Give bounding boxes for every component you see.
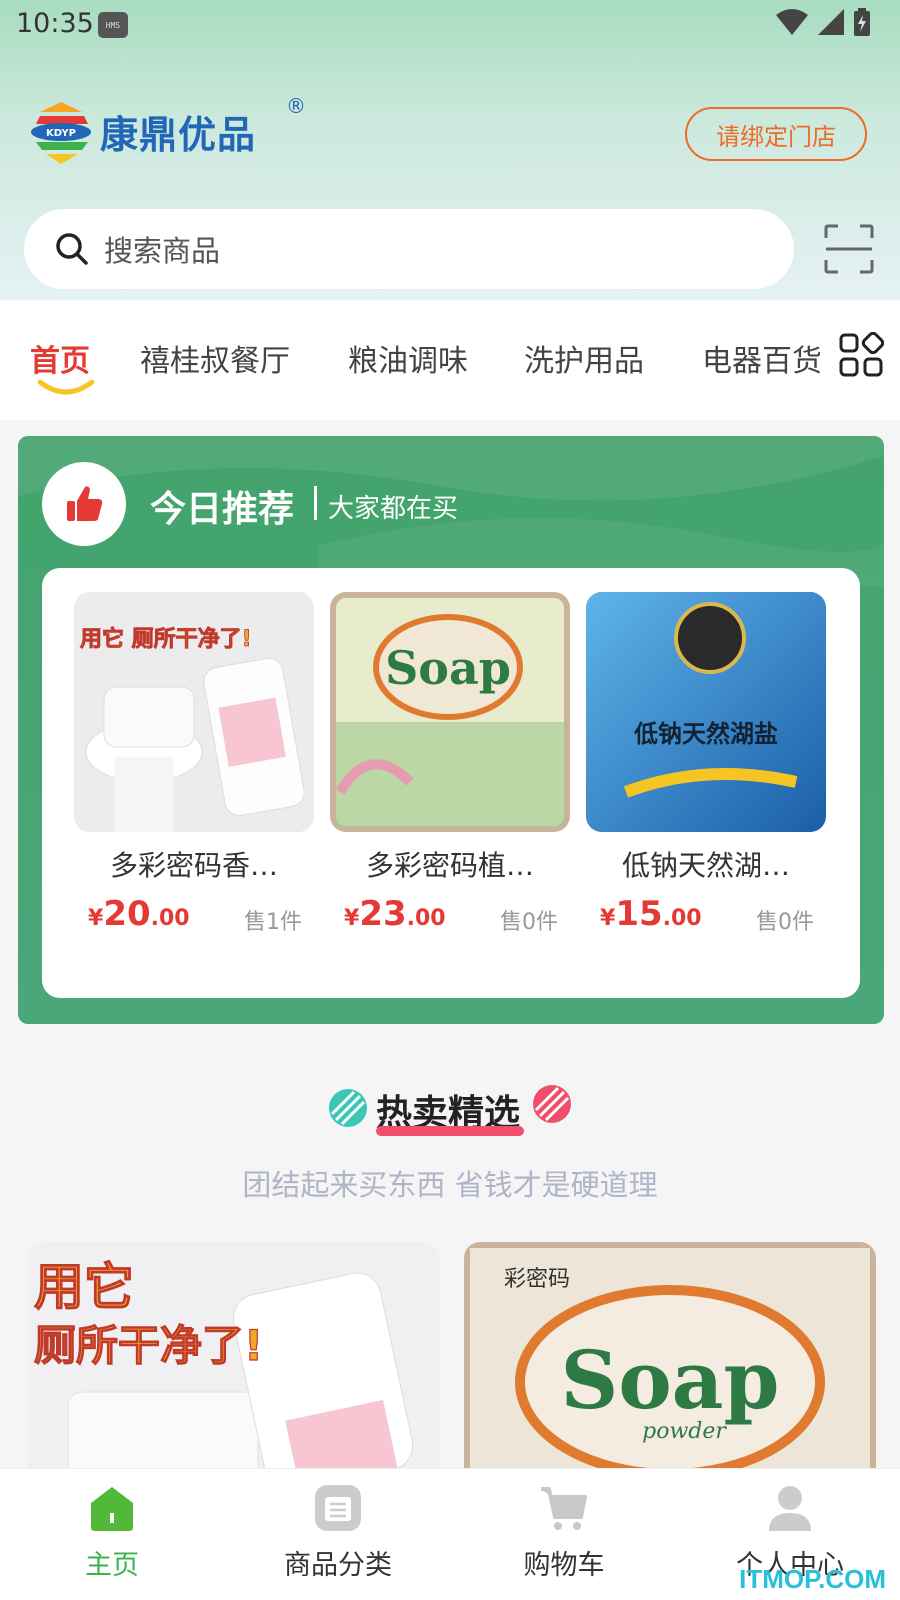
product-image: 用它 厕所干净了! [74,592,314,832]
category-icon [315,1485,361,1531]
hot-sale-underline [376,1126,524,1136]
sold-count: 售0件 [756,910,814,935]
hot-card-caption-1: 用它 [34,1258,134,1316]
product-name: 多彩密码植… [365,849,534,882]
bottom-nav-cart[interactable]: 购物车 [484,1483,644,1582]
status-time: 10:35 [16,8,94,39]
today-recommend-section: 今日推荐 大家都在买 用它 厕所干净了! 多彩密码香… ¥20.00 售1件 S… [18,436,884,1024]
brand-logo: KDYP 康鼎优品 ® [30,94,306,164]
product-price: ¥15.00 [600,894,702,934]
battery-icon [854,8,870,36]
watermark: ITMOP.COM [739,1564,886,1594]
lake-salt-image: 低钠天然湖盐 [586,592,826,832]
category-tabs: 首页 禧桂叔餐厅 粮油调味 洗护用品 电器百货 [0,300,900,420]
recommend-subtitle: 大家都在买 [328,494,459,524]
bottom-nav-label: 商品分类 [284,1550,392,1581]
bottom-nav-category[interactable]: 商品分类 [258,1483,418,1582]
status-bar: 10:35 HMS [0,0,900,50]
hot-card-caption: Soap [561,1333,780,1427]
price-row: ¥20.00 售1件 [74,890,314,940]
pink-ball-icon [533,1085,571,1123]
price-row: ¥15.00 售0件 [586,890,826,940]
product-image-caption: Soap [385,641,511,695]
hot-card-caption-2: 厕所干净了! [34,1321,263,1370]
toilet-cleaner-image: 用它 厕所干净了! [74,592,314,832]
tab-home[interactable]: 首页 [30,336,90,380]
signal-icon [818,9,844,35]
product-name: 多彩密码香… [109,849,278,882]
scan-icon[interactable] [824,224,874,274]
teal-ball-icon [329,1089,367,1127]
product-name: 低钠天然湖… [621,849,790,882]
tab-clip: 电器百货 [700,330,820,380]
user-icon [769,1486,811,1531]
bind-store-button[interactable]: 请绑定门店 [685,107,867,161]
recommend-title: 今日推荐 [150,489,295,530]
sold-count: 售0件 [500,910,558,935]
product-price: ¥23.00 [344,894,446,934]
all-categories-icon[interactable] [838,332,884,378]
hot-product-card[interactable]: 用它 厕所干净了! [28,1242,440,1482]
cart-icon [541,1487,587,1530]
product-image: 低钠天然湖盐 [586,592,826,832]
product-image: Soap [330,592,570,832]
title-divider [314,486,317,520]
hot-sale-heading: 热卖精选 [324,1080,574,1140]
hot-product-card[interactable]: 彩密码 Soap powder [464,1242,876,1482]
hot-product-image: 彩密码 Soap powder [464,1242,876,1482]
product-item[interactable]: 低钠天然湖盐 低钠天然湖… ¥15.00 售0件 [586,592,826,940]
bottom-nav-label: 购物车 [523,1550,605,1581]
search-icon [56,233,88,265]
wifi-icon [776,9,808,35]
thumbs-up-badge [42,462,126,546]
soap-powder-image: Soap [330,592,570,832]
hot-card-caption-sub: powder [642,1419,727,1444]
sold-count: 售1件 [244,910,302,935]
hot-card-brand: 彩密码 [504,1267,570,1292]
hms-badge: HMS [98,12,128,38]
home-icon [91,1487,133,1531]
recommend-product-card: 用它 厕所干净了! 多彩密码香… ¥20.00 售1件 Soap 多彩密码植… … [42,568,860,998]
product-image-caption: 低钠天然湖盐 [633,720,778,748]
status-icons [776,8,870,36]
registered-mark: ® [286,94,306,118]
bottom-nav-home[interactable]: 主页 [32,1483,192,1582]
bottom-nav-label: 主页 [85,1550,139,1581]
tab-restaurant[interactable]: 禧桂叔餐厅 [140,336,290,380]
logo-letters: KDYP [46,128,76,139]
price-row: ¥23.00 售0件 [330,890,570,940]
product-image-caption: 用它 厕所干净了! [80,626,252,652]
hot-sale-subtitle: 团结起来买东西 省钱才是硬道理 [242,1168,658,1202]
tab-washcare[interactable]: 洗护用品 [524,336,644,380]
tab-grain-oil[interactable]: 粮油调味 [348,336,468,380]
tab-electrical[interactable]: 电器百货 [702,336,820,380]
product-item[interactable]: Soap 多彩密码植… ¥23.00 售0件 [330,592,570,940]
search-input[interactable]: 搜索商品 [24,209,794,289]
brand-name: 康鼎优品 [100,112,257,157]
thumbs-up-icon [67,486,103,521]
search-placeholder: 搜索商品 [104,234,221,268]
product-price: ¥20.00 [88,894,190,934]
tab-active-indicator [38,380,94,395]
product-item[interactable]: 用它 厕所干净了! 多彩密码香… ¥20.00 售1件 [74,592,314,940]
hot-product-image: 用它 厕所干净了! [28,1242,440,1482]
kdyp-logo-icon: KDYP [31,102,91,164]
